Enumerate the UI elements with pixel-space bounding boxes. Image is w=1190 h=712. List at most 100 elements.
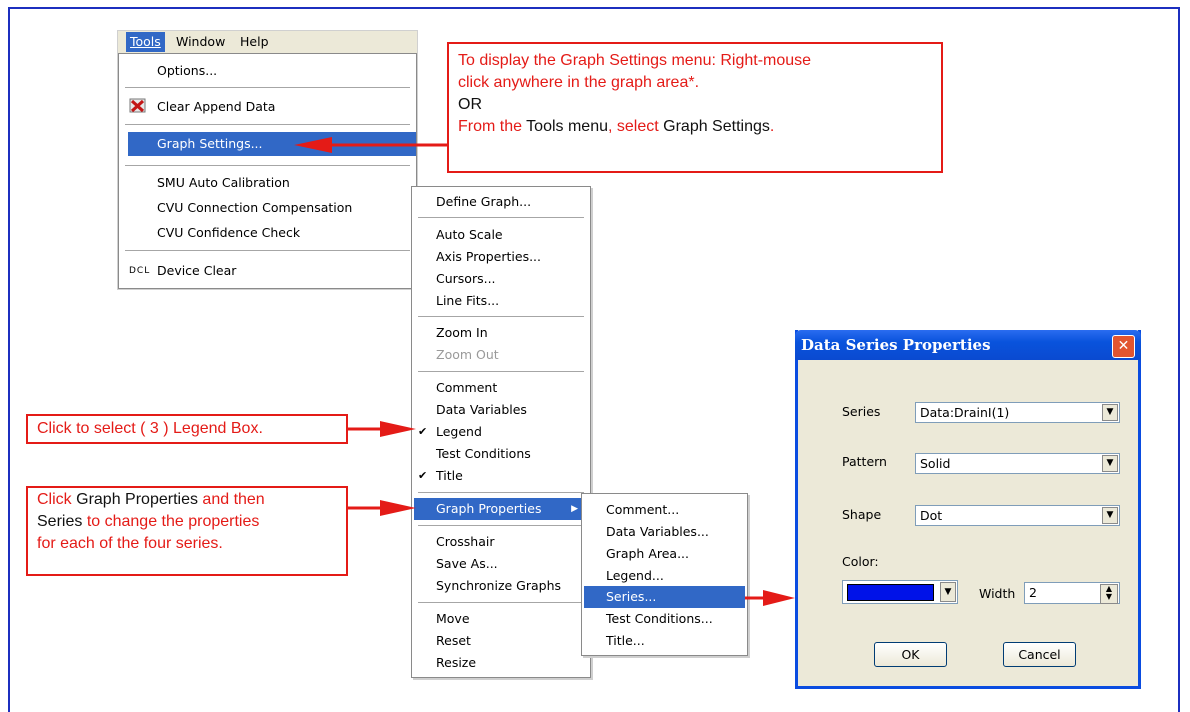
callout-text: Click bbox=[37, 491, 72, 508]
data-series-properties-dialog: Data Series Properties ✕ Series Data:Dra… bbox=[795, 330, 1141, 689]
chevron-down-icon[interactable]: ▼ bbox=[940, 582, 956, 602]
menu-item-options[interactable]: Options... bbox=[119, 60, 416, 82]
submenu-item-test-conditions[interactable]: Test Conditions... bbox=[582, 608, 747, 630]
callout-line: for each of the four series. bbox=[37, 535, 223, 552]
arrow-to-graph-settings bbox=[294, 137, 448, 153]
menu-item-label: Graph Properties bbox=[436, 501, 542, 516]
menu-item-clear-append-data[interactable]: Clear Append Data bbox=[119, 96, 416, 118]
chevron-down-icon[interactable]: ▼ bbox=[1102, 404, 1118, 421]
callout-text: . bbox=[769, 118, 775, 135]
callout-text: to change the properties bbox=[86, 513, 260, 530]
cancel-button[interactable]: Cancel bbox=[1003, 642, 1076, 667]
arrow-to-graph-properties bbox=[346, 500, 416, 516]
menu-item-auto-scale[interactable]: Auto Scale bbox=[412, 224, 590, 246]
menu-tools[interactable]: Tools bbox=[126, 32, 165, 52]
menu-item-label: Graph Area... bbox=[606, 546, 690, 561]
clear-x-icon bbox=[129, 98, 147, 114]
menu-item-cvu-confidence-check[interactable]: CVU Confidence Check bbox=[119, 222, 416, 244]
callout-or: OR bbox=[458, 96, 482, 113]
menu-item-test-conditions[interactable]: Test Conditions bbox=[412, 443, 590, 465]
callout-text: Series bbox=[37, 513, 83, 530]
menu-item-cursors[interactable]: Cursors... bbox=[412, 268, 590, 290]
color-dropdown[interactable]: ▼ bbox=[842, 580, 958, 604]
menu-item-data-variables[interactable]: Data Variables bbox=[412, 399, 590, 421]
menu-item-label: Cursors... bbox=[436, 271, 496, 286]
menu-item-reset[interactable]: Reset bbox=[412, 630, 590, 652]
menu-item-label: Define Graph... bbox=[436, 194, 532, 209]
menu-item-label: Data Variables bbox=[436, 402, 527, 417]
menu-item-resize[interactable]: Resize bbox=[412, 652, 590, 674]
menu-separator bbox=[418, 602, 584, 603]
menu-item-label: Comment bbox=[436, 380, 498, 395]
menu-separator bbox=[125, 87, 410, 88]
callout-line: To display the Graph Settings menu: Righ… bbox=[458, 52, 812, 69]
chevron-down-icon[interactable]: ▼ bbox=[1102, 507, 1118, 524]
menu-separator bbox=[125, 165, 410, 166]
menu-window[interactable]: Window bbox=[176, 32, 225, 52]
menu-item-axis-properties[interactable]: Axis Properties... bbox=[412, 246, 590, 268]
callout-line: click anywhere in the graph area*. bbox=[458, 74, 700, 91]
callout-text: From the bbox=[458, 118, 523, 135]
callout-text: Click to select ( 3 ) Legend Box. bbox=[37, 420, 263, 437]
series-dropdown[interactable]: Data:DrainI(1) ▼ bbox=[915, 402, 1120, 423]
submenu-arrow-icon: ▶ bbox=[571, 504, 578, 514]
shape-label: Shape bbox=[842, 507, 882, 522]
menu-item-label: Graph Settings... bbox=[157, 136, 263, 151]
submenu-item-title[interactable]: Title... bbox=[582, 630, 747, 652]
menu-separator bbox=[418, 525, 584, 526]
menu-separator bbox=[125, 250, 410, 251]
width-value: 2 bbox=[1029, 585, 1037, 600]
menu-item-label: Resize bbox=[436, 655, 477, 670]
menu-item-label: Options... bbox=[157, 63, 218, 78]
menu-item-graph-properties[interactable]: Graph Properties ▶ bbox=[414, 498, 588, 520]
callout-text: and then bbox=[202, 491, 265, 508]
chevron-down-icon[interactable]: ▼ bbox=[1102, 455, 1118, 472]
menu-item-cvu-connection-compensation[interactable]: CVU Connection Compensation bbox=[119, 197, 416, 219]
menu-item-legend[interactable]: ✔ Legend bbox=[412, 421, 590, 443]
menu-item-crosshair[interactable]: Crosshair bbox=[412, 531, 590, 553]
menu-item-label: Save As... bbox=[436, 556, 498, 571]
menu-item-title[interactable]: ✔ Title bbox=[412, 465, 590, 487]
callout-line: From the Tools menu, select Graph Settin… bbox=[458, 116, 941, 138]
series-value: Data:DrainI(1) bbox=[920, 405, 1010, 420]
graph-properties-submenu: Comment... Data Variables... Graph Area.… bbox=[581, 493, 748, 656]
submenu-item-series[interactable]: Series... bbox=[584, 586, 745, 608]
menu-item-define-graph[interactable]: Define Graph... bbox=[412, 191, 590, 213]
menu-item-zoom-in[interactable]: Zoom In bbox=[412, 322, 590, 344]
menu-separator bbox=[418, 492, 584, 493]
ok-button[interactable]: OK bbox=[874, 642, 947, 667]
menu-item-zoom-out: Zoom Out bbox=[412, 344, 590, 366]
menu-help[interactable]: Help bbox=[240, 32, 269, 52]
menu-item-move[interactable]: Move bbox=[412, 608, 590, 630]
arrow-to-legend bbox=[346, 421, 416, 437]
shape-dropdown[interactable]: Dot ▼ bbox=[915, 505, 1120, 526]
submenu-item-legend[interactable]: Legend... bbox=[582, 565, 747, 587]
menu-item-save-as[interactable]: Save As... bbox=[412, 553, 590, 575]
menu-item-label: Auto Scale bbox=[436, 227, 503, 242]
pattern-dropdown[interactable]: Solid ▼ bbox=[915, 453, 1120, 474]
submenu-item-data-variables[interactable]: Data Variables... bbox=[582, 521, 747, 543]
series-label: Series bbox=[842, 404, 881, 419]
callout-text: Graph Properties bbox=[76, 491, 198, 508]
menu-item-label: Axis Properties... bbox=[436, 249, 541, 264]
width-spinner[interactable]: 2 ▲ ▼ bbox=[1024, 582, 1120, 604]
menu-item-label: CVU Connection Compensation bbox=[157, 200, 353, 215]
menu-item-label: Zoom In bbox=[436, 325, 488, 340]
menu-item-synchronize-graphs[interactable]: Synchronize Graphs bbox=[412, 575, 590, 597]
close-icon[interactable]: ✕ bbox=[1112, 335, 1135, 358]
menu-item-comment[interactable]: Comment bbox=[412, 377, 590, 399]
submenu-item-comment[interactable]: Comment... bbox=[582, 499, 747, 521]
color-swatch bbox=[847, 584, 934, 601]
graph-settings-menu: Define Graph... Auto Scale Axis Properti… bbox=[411, 186, 591, 678]
menu-item-smu-auto-calibration[interactable]: SMU Auto Calibration bbox=[119, 172, 416, 194]
menu-bar: Tools Window Help bbox=[118, 31, 417, 53]
spinner-arrows-icon[interactable]: ▲ ▼ bbox=[1100, 584, 1118, 604]
shape-value: Dot bbox=[920, 508, 943, 523]
menu-item-label: Line Fits... bbox=[436, 293, 500, 308]
menu-separator bbox=[418, 316, 584, 317]
menu-item-device-clear[interactable]: DCL Device Clear bbox=[119, 260, 416, 282]
tools-menu-dropdown: Options... Clear Append Data Graph Setti… bbox=[118, 53, 417, 289]
menu-item-label: Move bbox=[436, 611, 470, 626]
menu-item-line-fits[interactable]: Line Fits... bbox=[412, 290, 590, 312]
submenu-item-graph-area[interactable]: Graph Area... bbox=[582, 543, 747, 565]
